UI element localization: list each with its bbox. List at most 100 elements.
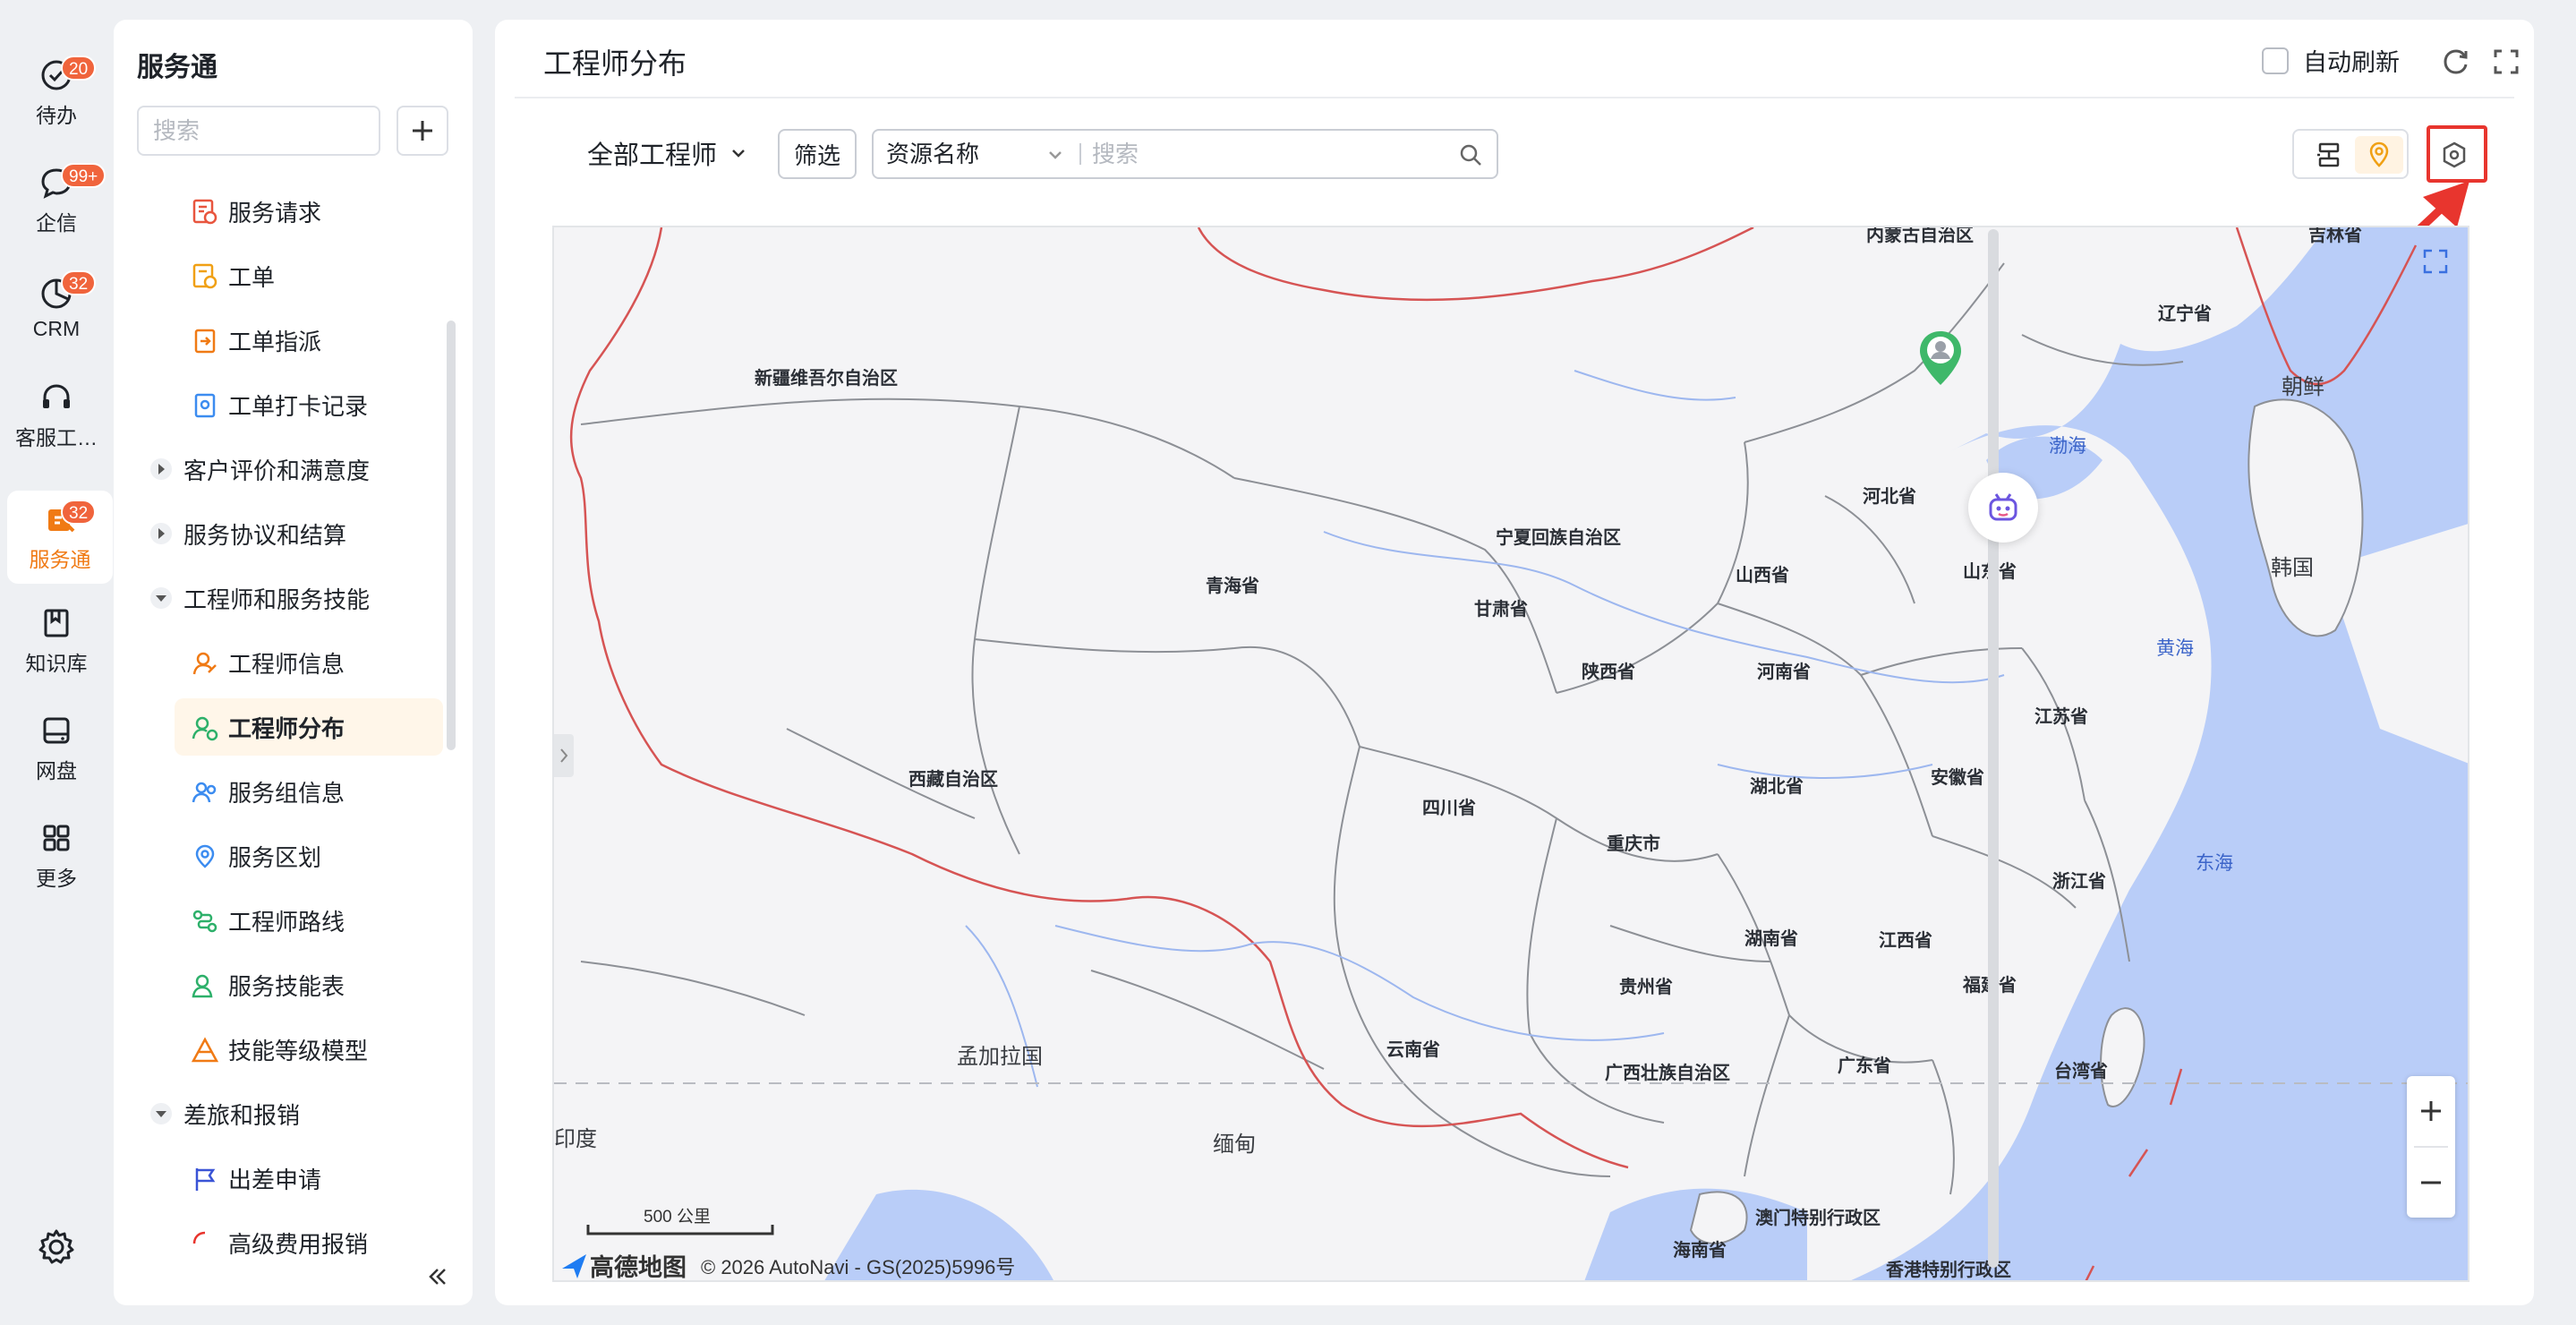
- nav-item-label: 服务区划: [228, 843, 322, 871]
- rail-label: 更多: [36, 867, 77, 890]
- nav-item-label: 工单指派: [228, 328, 322, 355]
- page-scrollbar[interactable]: [1988, 229, 1999, 1268]
- map-view-button[interactable]: [2355, 136, 2403, 174]
- foreign-label: 孟加拉国: [957, 1045, 1043, 1069]
- location-pin-icon: [2369, 141, 2389, 167]
- nav-title: 服务通: [137, 53, 218, 82]
- nav-search-input[interactable]: 搜索: [137, 106, 380, 156]
- collapse-left-icon[interactable]: [423, 1262, 452, 1291]
- map-label: 新疆维吾尔自治区: [755, 369, 898, 389]
- map-label: 广西壮族自治区: [1605, 1064, 1730, 1083]
- nav-item-label: 服务请求: [228, 199, 322, 227]
- resource-search-input[interactable]: 搜索: [1092, 131, 1139, 177]
- fullscreen-icon[interactable]: [2491, 47, 2521, 77]
- nav-item-expense[interactable]: 高级费用报销: [114, 1214, 449, 1271]
- nav-group-evaluation[interactable]: 客户评价和满意度: [114, 440, 449, 498]
- search-icon[interactable]: [1457, 141, 1484, 168]
- nav-item-service-request[interactable]: 服务请求: [114, 183, 449, 240]
- foreign-label: 韩国: [2271, 556, 2314, 580]
- nav-item-label: 服务技能表: [228, 972, 345, 1000]
- add-button[interactable]: [397, 106, 448, 156]
- foreign-label: 朝鲜: [2282, 375, 2324, 399]
- chevron-down-icon[interactable]: [1044, 143, 1067, 167]
- nav-item-service-region[interactable]: 服务区划: [114, 827, 449, 885]
- rail-item-knowledge[interactable]: 知识库: [0, 594, 113, 688]
- rail-badge: 20: [61, 56, 97, 81]
- chevron-down-icon: [732, 150, 745, 158]
- nav-item-skill-level[interactable]: 技能等级模型: [114, 1021, 449, 1078]
- zoom-in-button[interactable]: [2407, 1076, 2455, 1146]
- nav-item-label: 服务组信息: [228, 779, 345, 807]
- amap-logo-icon: [562, 1253, 586, 1278]
- rail-label: 服务通: [29, 548, 91, 571]
- rail-badge: 32: [61, 500, 97, 525]
- nav-item-label: 技能等级模型: [228, 1037, 369, 1064]
- nav-item-engineer-distribution[interactable]: 工程师分布: [175, 698, 443, 756]
- nav-item-label: 工程师分布: [228, 714, 345, 742]
- foreign-label: 印度: [554, 1127, 597, 1151]
- filter-button[interactable]: 筛选: [778, 129, 857, 179]
- map-brand-name: 高德地图: [590, 1254, 687, 1281]
- rail-item-chat[interactable]: 企信 99+: [0, 154, 113, 247]
- auto-refresh-checkbox[interactable]: [2262, 47, 2289, 74]
- rail-label: 客服工…: [15, 426, 98, 449]
- gear-icon[interactable]: [36, 1227, 77, 1268]
- auto-refresh-toggle[interactable]: 自动刷新: [2262, 43, 2400, 78]
- service-region-icon: [195, 844, 215, 868]
- sea-label: 渤海: [2049, 436, 2086, 457]
- rail-label: 企信: [36, 211, 77, 235]
- engineer-location-marker[interactable]: [1917, 329, 1964, 387]
- engineer-map[interactable]: 内蒙古自治区 吉林省 辽宁省 新疆维吾尔自治区 河北省 宁夏回族自治区 青海省 …: [552, 226, 2469, 1282]
- rail-item-customer-service[interactable]: 客服工…: [0, 369, 113, 462]
- nav-item-checkin-record[interactable]: 工单打卡记录: [114, 376, 449, 433]
- rail-item-more[interactable]: 更多: [0, 809, 113, 902]
- nav-item-label: 高级费用报销: [228, 1230, 369, 1258]
- map-label: 辽宁省: [2158, 304, 2212, 324]
- nav-item-dispatch[interactable]: 工单指派: [114, 312, 449, 369]
- resource-type-select[interactable]: 资源名称: [886, 131, 979, 177]
- grid-apps-icon: [43, 825, 70, 851]
- nav-item-travel-request[interactable]: 出差申请: [114, 1150, 449, 1207]
- minus-icon: [2421, 1181, 2441, 1184]
- nav-group-agreement[interactable]: 服务协议和结算: [114, 505, 449, 562]
- rail-item-crm[interactable]: CRM 32: [0, 261, 113, 355]
- nav-group-label: 服务协议和结算: [183, 521, 347, 549]
- map-side-handle[interactable]: [554, 734, 574, 777]
- map-label: 四川省: [1422, 799, 1476, 818]
- engineer-scope-dropdown[interactable]: 全部工程师: [587, 134, 751, 172]
- nav-item-label: 工单: [228, 263, 276, 291]
- rail-label: 知识库: [25, 652, 88, 675]
- nav-group-engineer-skills[interactable]: 工程师和服务技能: [114, 569, 449, 627]
- nav-item-label: 工单打卡记录: [228, 392, 369, 420]
- map-label: 浙江省: [2052, 872, 2106, 892]
- nav-item-skill-table[interactable]: 服务技能表: [114, 956, 449, 1013]
- page-title: 工程师分布: [543, 47, 687, 80]
- app-rail: 待办 20 企信 99+ CRM 32 客服工… 服务通 32 知识库 网盘 更…: [0, 0, 113, 1325]
- zoom-out-button[interactable]: [2407, 1148, 2455, 1218]
- chevron-right-icon: [560, 748, 568, 763]
- rail-item-todo[interactable]: 待办 20: [0, 47, 113, 140]
- refresh-icon[interactable]: [2441, 47, 2471, 77]
- nav-item-service-group[interactable]: 服务组信息: [114, 763, 449, 820]
- nav-group-travel[interactable]: 差旅和报销: [114, 1085, 449, 1142]
- rail-item-service[interactable]: 服务通 32: [7, 491, 113, 584]
- map-label: 重庆市: [1607, 834, 1660, 854]
- map-label: 澳门特别行政区: [1755, 1209, 1881, 1228]
- foreign-label: 缅甸: [1213, 1133, 1256, 1157]
- nav-scrollbar[interactable]: [447, 321, 456, 750]
- rail-label: 待办: [36, 104, 77, 127]
- checkin-record-icon: [194, 393, 216, 418]
- map-label: 贵州省: [1619, 978, 1673, 997]
- rail-item-disk[interactable]: 网盘: [0, 702, 113, 795]
- map-label: 湖南省: [1744, 929, 1798, 949]
- route-icon: [192, 910, 218, 933]
- nav-item-work-order[interactable]: 工单: [114, 247, 449, 304]
- rail-badge: 32: [61, 270, 97, 295]
- engineer-info-icon: [192, 652, 217, 675]
- sea-label: 黄海: [2156, 638, 2194, 659]
- tree-view-button[interactable]: [2307, 138, 2351, 172]
- nav-item-engineer-info[interactable]: 工程师信息: [114, 634, 449, 691]
- nav-item-engineer-route[interactable]: 工程师路线: [114, 892, 449, 949]
- ai-assistant-button[interactable]: [1968, 473, 2038, 543]
- expand-map-icon[interactable]: [2419, 245, 2452, 278]
